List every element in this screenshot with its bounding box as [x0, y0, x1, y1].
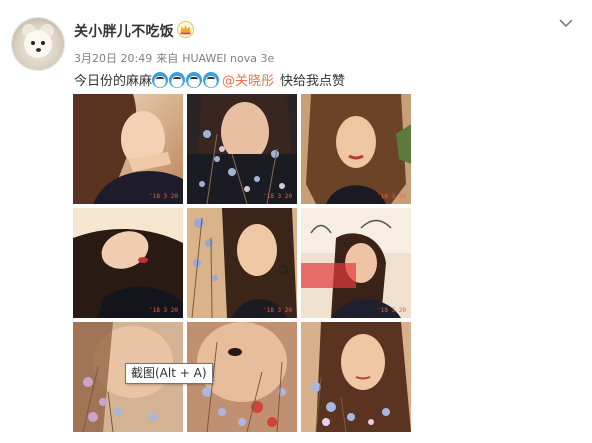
watermark-date: '18 3 20	[149, 193, 178, 200]
post-text-before: 今日份的麻麻	[74, 74, 153, 89]
photo-watermark: '18 3 20	[149, 307, 178, 314]
photo-watermark: '18 3 20	[263, 307, 292, 314]
avatar[interactable]	[12, 18, 64, 70]
photo-image	[301, 208, 411, 318]
photo-image	[73, 94, 183, 204]
photo-thumbnail[interactable]: '18 3 20	[73, 208, 183, 318]
screenshot-tooltip: 截图(Alt + A)	[125, 363, 213, 384]
doraemon-emoji-icon	[203, 71, 220, 88]
photo-image	[301, 322, 411, 432]
photo-image	[187, 208, 297, 318]
post-date[interactable]: 3月20日 20:49	[74, 52, 152, 65]
post-text: 今日份的麻麻 @关晓彤 快给我点赞	[74, 70, 345, 89]
watermark-date: '18 3 20	[149, 307, 178, 314]
photo-watermark: '18 3 20	[377, 307, 406, 314]
post-meta: 3月20日 20:49 来自 HUAWEI nova 3e	[74, 50, 278, 66]
photo-thumbnail[interactable]: '18 3 20	[187, 94, 297, 204]
photo-watermark: '18 3 20	[149, 193, 178, 200]
watermark-date: '18 3 20	[263, 193, 292, 200]
chevron-down-icon[interactable]	[557, 14, 575, 32]
watermark-date: '18 3 20	[377, 307, 406, 314]
avatar-face	[24, 30, 52, 58]
doraemon-emoji-icon	[152, 71, 169, 88]
watermark-date: '18 3 20	[377, 193, 406, 200]
photo-image	[301, 94, 411, 204]
watermark-date: '18 3 20	[263, 307, 292, 314]
photo-image	[73, 208, 183, 318]
avatar-eye-left	[31, 41, 35, 45]
photo-watermark: '18 3 20	[377, 193, 406, 200]
username[interactable]: 关小胖儿不吃饭	[74, 21, 174, 41]
avatar-nose	[36, 48, 41, 52]
avatar-eye-right	[41, 41, 45, 45]
source-device[interactable]: HUAWEI nova 3e	[182, 52, 274, 65]
photo-thumbnail[interactable]: '18 3 20	[187, 208, 297, 318]
photo-image	[187, 94, 297, 204]
post-text-after: 快给我点赞	[280, 74, 346, 89]
doraemon-emoji-icon	[186, 71, 203, 88]
photo-watermark: '18 3 20	[263, 193, 292, 200]
mention-link[interactable]: @关晓彤	[222, 70, 274, 89]
photo-thumbnail[interactable]	[301, 322, 411, 432]
photo-thumbnail[interactable]: '18 3 20	[301, 208, 411, 318]
photo-thumbnail[interactable]: '18 3 20	[301, 94, 411, 204]
doraemon-emoji-icon	[169, 71, 186, 88]
crown-badge-icon[interactable]	[177, 21, 194, 38]
source-prefix: 来自	[156, 52, 179, 65]
photo-thumbnail[interactable]: '18 3 20	[73, 94, 183, 204]
